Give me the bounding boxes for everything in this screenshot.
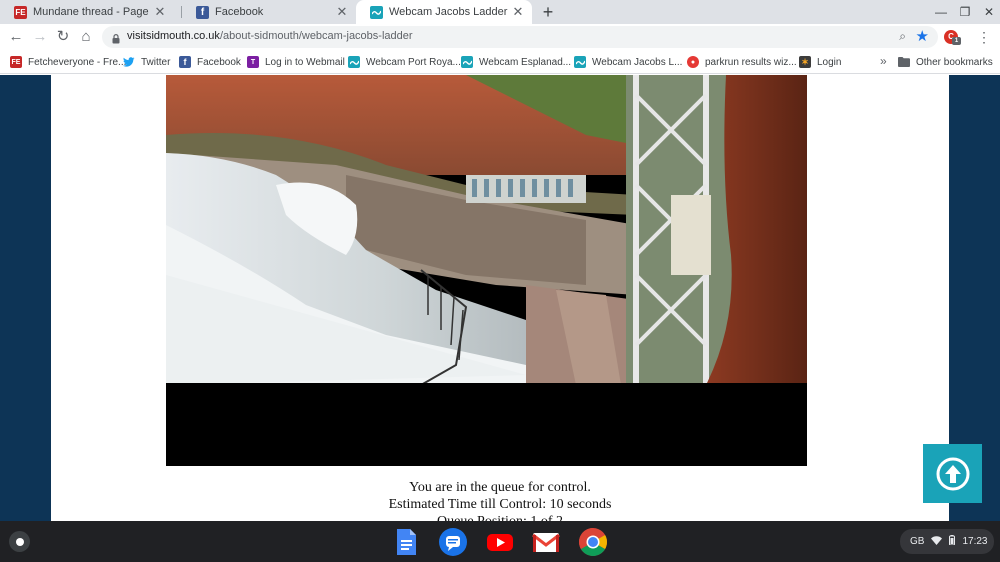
scroll-to-top-button[interactable]	[923, 444, 982, 503]
bookmarks-bar: FE Fetcheveryone - Fre... Twitter f Face…	[0, 50, 1000, 74]
tab-title: Facebook	[215, 6, 264, 18]
webmail-icon: T	[247, 56, 259, 68]
bookmark-label: Login	[817, 56, 842, 68]
clock-time: 17:23	[962, 536, 988, 547]
parkrun-icon: ●	[687, 56, 699, 68]
chrome-app-icon[interactable]	[578, 527, 608, 557]
extension-badge: 1	[952, 37, 961, 45]
address-bar[interactable]: visitsidmouth.co.uk/about-sidmouth/webca…	[102, 26, 938, 48]
tab-strip: FE Mundane thread - Page 18997 - ✕ f Fac…	[0, 0, 1000, 24]
tab-title: Webcam Jacobs Ladder - Visit S	[389, 6, 510, 18]
minimize-icon[interactable]: —	[928, 0, 954, 24]
keyboard-locale: GB	[910, 536, 925, 547]
bookmark-label: Twitter	[141, 56, 171, 68]
bookmark-label: Webcam Jacobs L...	[592, 56, 683, 68]
youtube-app-icon[interactable]	[485, 527, 515, 557]
wave-favicon-icon	[370, 5, 383, 19]
search-magnifier-icon[interactable]: ⌕	[899, 29, 906, 44]
facebook-favicon-icon: f	[196, 5, 209, 19]
gmail-app-icon[interactable]	[531, 527, 561, 557]
bookmark-webcam-esplanade[interactable]: Webcam Esplanad...	[461, 55, 571, 69]
status-tray[interactable]: GB 17:23	[900, 529, 994, 554]
bookmark-label: Other bookmarks	[916, 56, 993, 68]
messages-app-icon[interactable]	[438, 527, 468, 557]
bookmark-label: Log in to Webmail	[265, 56, 345, 68]
tab-webcam-jacobs-ladder[interactable]: Webcam Jacobs Ladder - Visit S ✕	[356, 0, 532, 24]
bookmark-webcam-port-royal[interactable]: Webcam Port Roya...	[348, 55, 461, 69]
bookmark-parkrun[interactable]: ● parkrun results wiz...	[687, 55, 797, 69]
launcher-dot	[15, 537, 24, 546]
launcher-button[interactable]	[9, 531, 30, 552]
web-page[interactable]: You are in the queue for control. Estima…	[0, 75, 1000, 521]
extension-icon[interactable]: C1	[944, 30, 961, 45]
forward-arrow-icon[interactable]: →	[30, 27, 50, 47]
close-tab-icon[interactable]: ✕	[510, 4, 526, 20]
star-icon: ✶	[799, 56, 811, 68]
webcam-image	[166, 75, 807, 466]
other-bookmarks[interactable]: Other bookmarks	[898, 55, 993, 69]
bookmark-webcam-jacobs-ladder[interactable]: Webcam Jacobs L...	[574, 55, 682, 69]
bookmark-label: Facebook	[197, 56, 241, 68]
tab-title: Mundane thread - Page 18997 -	[33, 6, 152, 18]
chevron-more-icon[interactable]: »	[880, 54, 887, 68]
webcam-view[interactable]	[166, 75, 807, 466]
bookmark-star-icon[interactable]: ★	[916, 27, 929, 45]
browser-toolbar: ← → ↻ ⌂ visitsidmouth.co.uk/about-sidmou…	[0, 24, 1000, 50]
more-menu-icon[interactable]: ⋮	[976, 27, 992, 47]
wifi-icon	[931, 535, 943, 548]
home-icon[interactable]: ⌂	[76, 27, 96, 47]
restore-icon[interactable]: ❐	[952, 0, 978, 24]
facebook-icon: f	[179, 56, 191, 68]
close-tab-icon[interactable]: ✕	[334, 4, 350, 20]
battery-icon	[949, 535, 956, 548]
reload-icon[interactable]: ↻	[53, 27, 73, 47]
docs-app-icon[interactable]	[391, 527, 421, 557]
wave-icon	[574, 56, 586, 68]
fetcheveryone-favicon-icon: FE	[14, 5, 27, 19]
queue-status: You are in the queue for control. Estima…	[51, 479, 949, 521]
url-text: visitsidmouth.co.uk/about-sidmouth/webca…	[127, 30, 413, 42]
folder-icon	[898, 56, 910, 68]
queue-line-1: You are in the queue for control.	[409, 480, 591, 495]
url-host: visitsidmouth.co.uk	[127, 30, 220, 42]
back-arrow-icon[interactable]: ←	[6, 27, 26, 47]
bookmark-label: Webcam Esplanad...	[479, 56, 572, 68]
bookmark-fetcheveryone[interactable]: FE Fetcheveryone - Fre...	[10, 55, 126, 69]
bookmark-facebook[interactable]: f Facebook	[179, 55, 241, 69]
close-window-icon[interactable]: ✕	[976, 0, 1000, 24]
fetcheveryone-icon: FE	[10, 56, 22, 68]
queue-line-3: Queue Position: 1 of 2	[51, 513, 949, 521]
wave-icon	[461, 56, 473, 68]
bookmark-label: Webcam Port Roya...	[366, 56, 461, 68]
page-content: You are in the queue for control. Estima…	[51, 75, 949, 521]
tab-mundane-thread[interactable]: FE Mundane thread - Page 18997 - ✕	[0, 0, 174, 24]
bookmark-label: parkrun results wiz...	[705, 56, 797, 68]
bookmark-login[interactable]: ✶ Login	[799, 55, 841, 69]
close-tab-icon[interactable]: ✕	[152, 4, 168, 20]
url-path: /about-sidmouth/webcam-jacobs-ladder	[219, 30, 413, 42]
bookmark-label: Fetcheveryone - Fre...	[28, 56, 127, 68]
tab-facebook[interactable]: f Facebook ✕	[182, 0, 356, 24]
new-tab-button[interactable]: +	[538, 2, 558, 22]
bookmark-twitter[interactable]: Twitter	[123, 55, 170, 69]
wave-icon	[348, 56, 360, 68]
system-shelf: GB 17:23	[0, 521, 1000, 562]
twitter-icon	[123, 56, 135, 68]
lock-icon	[112, 31, 120, 49]
bookmark-webmail[interactable]: T Log in to Webmail	[247, 55, 345, 69]
queue-line-2: Estimated Time till Control: 10 seconds	[388, 497, 612, 512]
up-arrow-icon	[936, 457, 969, 490]
